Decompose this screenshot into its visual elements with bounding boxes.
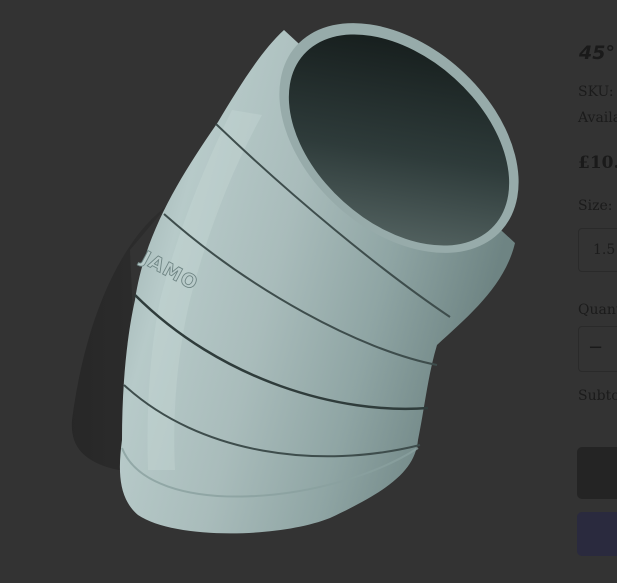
add-to-cart-button[interactable] — [577, 447, 617, 499]
product-details-panel: 45° SKU: Availa £10.8 Size: 1.5 Quant − … — [577, 0, 617, 583]
product-price: £10.8 — [578, 153, 617, 173]
quantity-stepper[interactable]: − — [578, 326, 617, 372]
availability-label: Availa — [578, 110, 617, 126]
sku-label: SKU: — [578, 84, 614, 100]
quantity-decrease-button[interactable]: − — [588, 337, 603, 358]
elbow-pipe-image: JAMO — [71, 23, 519, 534]
product-page: JAMO 45° SKU: Availa £10.8 Size: 1.5 Qua… — [0, 0, 617, 583]
size-select[interactable]: 1.5 — [578, 228, 617, 272]
buy-now-button[interactable] — [577, 512, 617, 556]
size-select-value: 1.5 — [593, 242, 616, 258]
product-title: 45° — [579, 42, 615, 64]
quantity-label: Quant — [578, 302, 617, 318]
product-image: JAMO — [0, 0, 560, 583]
size-label: Size: — [578, 198, 613, 214]
subtotal-label: Subtot — [578, 388, 617, 404]
